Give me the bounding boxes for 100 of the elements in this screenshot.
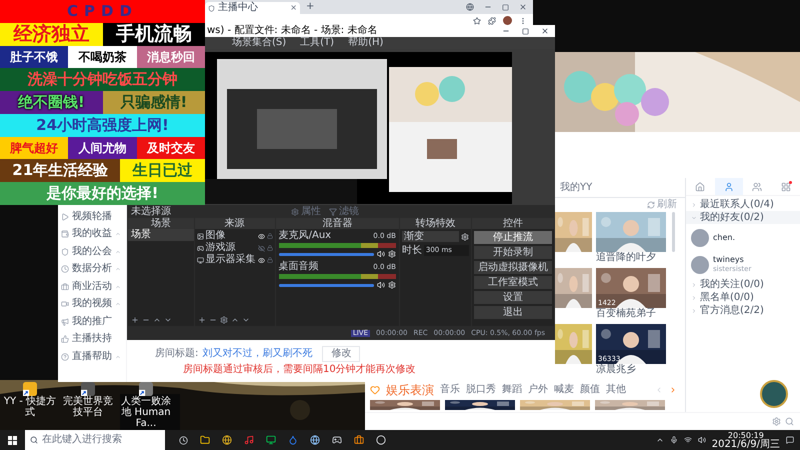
group-header[interactable]: 官方消息(2/2) [686, 304, 800, 317]
source-item[interactable]: 图像 [206, 231, 256, 241]
lock-icon[interactable] [266, 245, 273, 251]
tab[interactable]: 我的YY [560, 182, 592, 192]
video-caption[interactable]: 追晋降的叶夕 [596, 252, 666, 264]
control-button[interactable]: 停止推流 [474, 231, 552, 244]
folder-icon[interactable] [200, 435, 210, 445]
next-icon[interactable] [669, 386, 677, 394]
network-icon[interactable] [684, 436, 692, 444]
tray-expand-icon[interactable] [656, 436, 664, 444]
control-button[interactable]: 退出 [474, 306, 552, 319]
close-icon[interactable] [541, 27, 549, 35]
panel-tab[interactable] [714, 178, 743, 195]
close-tab-button[interactable]: × [290, 4, 297, 12]
move-down-icon[interactable] [242, 316, 250, 324]
windows-logo-icon[interactable] [8, 436, 17, 444]
droplet-icon[interactable] [288, 435, 298, 445]
add-icon[interactable] [131, 316, 139, 324]
speaker-icon[interactable] [376, 281, 385, 289]
browser-tab[interactable]: 主播中心 × [205, 2, 300, 14]
add-icon[interactable] [198, 316, 206, 324]
globe-icon[interactable] [310, 435, 320, 445]
music-icon[interactable] [244, 435, 254, 445]
sidebar-item[interactable]: 数据分析 [58, 260, 126, 278]
profile-avatar[interactable] [503, 16, 512, 25]
category-link[interactable]: 脱口秀 [466, 385, 496, 395]
app-icon[interactable] [354, 435, 364, 445]
volume-icon[interactable] [698, 436, 706, 444]
category-link[interactable]: 颜值 [580, 385, 600, 395]
shield-icon [61, 248, 69, 256]
category-link[interactable]: 户外 [528, 385, 548, 395]
search-field[interactable]: 在此键入进行搜索 [25, 430, 165, 450]
video-caption[interactable]: 凉晨兆乡 [596, 364, 666, 376]
chevron-right-icon [691, 308, 697, 314]
game-avatar[interactable] [760, 380, 788, 408]
sidebar-item[interactable]: 主播扶持 [58, 330, 126, 348]
transition-select[interactable]: 渐变 [402, 231, 460, 242]
home-icon [695, 182, 706, 192]
avatar [691, 256, 709, 274]
sidebar-item[interactable]: 我的视频 [58, 296, 126, 313]
bookmark-star-icon[interactable] [473, 16, 481, 24]
scene-item[interactable]: 场景 [128, 229, 194, 241]
category-link[interactable]: 喊麦 [554, 385, 574, 395]
sidebar-item[interactable]: 我的公会 [58, 243, 126, 260]
sidebar-item[interactable]: 商业活动 [58, 278, 126, 296]
group-header[interactable]: 最近联系人(0/4) [686, 198, 800, 211]
warning-note: 房间标题通过审核后，需要间隔10分钟才能再次修改 [182, 365, 417, 375]
volume-slider[interactable] [278, 252, 374, 256]
new-tab-button[interactable]: + [306, 2, 314, 12]
sidebar-item[interactable]: 我的收益 [58, 226, 126, 243]
group-header[interactable]: 我的好友(0/2) [686, 211, 800, 224]
move-down-icon[interactable] [164, 316, 172, 324]
gamepad-icon[interactable] [332, 435, 342, 445]
restore-icon[interactable] [502, 4, 509, 10]
close-icon[interactable] [519, 3, 527, 11]
extensions-icon[interactable] [488, 16, 496, 24]
contact-name: twineys [713, 255, 744, 265]
move-up-icon[interactable] [230, 316, 239, 324]
sidebar-item[interactable]: 我的推广 [58, 313, 126, 330]
menu-item[interactable]: 帮助(H) [348, 38, 384, 48]
move-up-icon[interactable] [153, 316, 161, 324]
volume-slider[interactable] [278, 284, 374, 286]
category-link[interactable]: 舞蹈 [502, 385, 522, 395]
group-header[interactable]: 黑名单(0/0) [686, 291, 800, 304]
browser-icon[interactable] [222, 435, 232, 445]
eye-off-icon[interactable] [258, 244, 265, 252]
category-link[interactable]: 音乐 [440, 385, 460, 395]
sidebar-item[interactable]: 视频轮播 [58, 208, 126, 226]
eye-icon[interactable] [258, 256, 265, 264]
account-icon[interactable] [466, 3, 474, 11]
window-title: ws) - 配置文件: 未命名 - 场景: 未命名 [207, 26, 378, 36]
edit-button[interactable]: 修改 [322, 346, 360, 362]
maximize-icon[interactable] [522, 28, 529, 34]
chevron-up-icon [115, 266, 121, 272]
speaker-icon[interactable] [376, 250, 385, 258]
menu-item[interactable]: 场景集合(S) [232, 38, 286, 48]
settings-icon[interactable] [461, 232, 470, 240]
source-item[interactable]: 游戏源 [206, 243, 256, 253]
control-button[interactable]: 启动虚拟摄像机 [474, 261, 552, 274]
search-icon[interactable] [785, 417, 794, 426]
control-button[interactable]: 开始录制 [474, 246, 552, 259]
video-caption[interactable]: 百变楠苑弟子 [596, 308, 666, 320]
source-item[interactable]: 显示器采集 [206, 255, 256, 265]
sidebar-item[interactable]: 直播帮助 [58, 348, 126, 366]
lock-icon[interactable] [266, 233, 273, 239]
monitor-icon[interactable] [266, 435, 276, 445]
mic-icon[interactable] [670, 436, 678, 444]
category-link[interactable]: 其他 [606, 385, 626, 395]
group-header[interactable]: 我的关注(0/0) [686, 278, 800, 291]
users-icon [752, 182, 762, 192]
settings-icon[interactable] [220, 316, 228, 324]
menu-item[interactable]: 工具(T) [300, 38, 334, 48]
lock-icon[interactable] [266, 257, 273, 263]
clock-time: 20:50:19 [728, 430, 764, 440]
contact-row[interactable]: chen. [686, 224, 800, 251]
control-button[interactable]: 工作室模式 [474, 276, 552, 289]
notification-icon[interactable] [786, 436, 794, 444]
eye-icon[interactable] [258, 232, 265, 240]
control-button[interactable]: 设置 [474, 291, 552, 304]
selection-label: 未选择源 [131, 206, 172, 216]
